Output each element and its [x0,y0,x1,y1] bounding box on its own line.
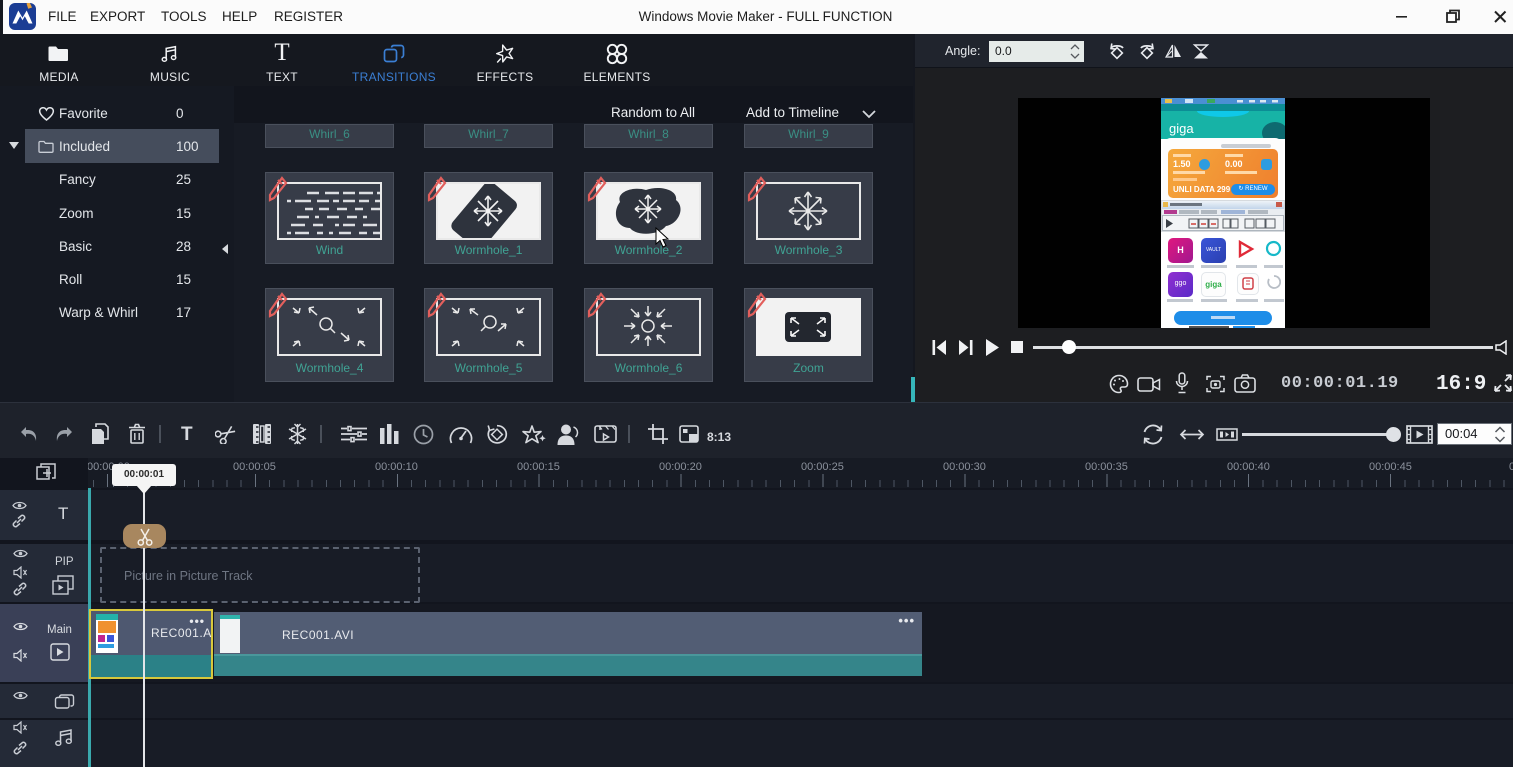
svg-text:giga: giga [1169,121,1194,136]
